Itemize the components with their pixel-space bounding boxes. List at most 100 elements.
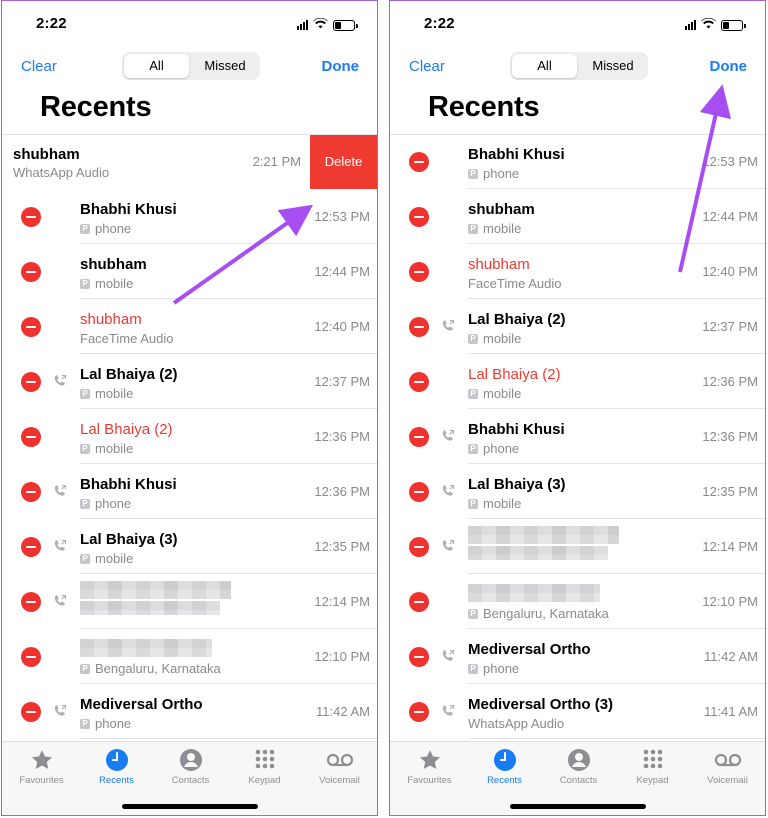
tab-keypad[interactable]: Keypad [227,748,302,786]
swiped-call-row[interactable]: shubham WhatsApp Audio 2:21 PM Delete [2,134,377,189]
delete-minus-icon[interactable] [409,592,429,612]
delete-minus-icon[interactable] [409,537,429,557]
call-row[interactable]: Mediversal Ortho (3) WhatsApp Audio 11:41 … [390,684,765,739]
clear-button[interactable]: Clear [21,58,57,75]
segment-all[interactable]: All [124,54,189,78]
tab-favourites[interactable]: Favourites [4,748,79,786]
call-type: Bengaluru, Karnataka [483,606,609,621]
tab-keypad[interactable]: Keypad [615,748,690,786]
delete-minus-icon[interactable] [409,207,429,227]
call-row[interactable]: Mediversal Ortho Pphone 11:42 AM [390,629,765,684]
delete-minus-icon[interactable] [21,482,41,502]
delete-minus-icon[interactable] [21,537,41,557]
delete-minus-icon[interactable] [409,262,429,282]
delete-minus-icon[interactable] [21,702,41,722]
delete-button[interactable]: Delete [310,134,377,189]
clear-button[interactable]: Clear [409,58,445,75]
delete-minus-icon[interactable] [21,592,41,612]
tab-favourites[interactable]: Favourites [392,748,467,786]
call-type: phone [95,221,132,236]
call-subtitle: Pmobile [80,386,133,401]
call-row[interactable]: Lal Bhaiya (3) Pmobile 12:35 PM [390,464,765,519]
delete-minus-icon[interactable] [409,152,429,172]
call-time: 12:10 PM [702,594,758,609]
call-name: shubham [80,311,142,328]
delete-minus-icon[interactable] [409,482,429,502]
call-row[interactable]: shubham Pmobile 12:44 PM [390,189,765,244]
segment-all[interactable]: All [512,54,577,78]
delete-minus-icon[interactable] [21,262,41,282]
call-row[interactable]: Bhabhi Khusi Pphone 12:36 PM [2,464,377,519]
tab-voicemail[interactable]: Voicemail [302,748,377,786]
delete-minus-icon[interactable] [21,647,41,667]
status-icons [297,16,358,34]
call-row[interactable]: shubham FaceTime Audio 12:40 PM [2,299,377,354]
delete-minus-icon[interactable] [21,372,41,392]
call-time: 12:40 PM [702,264,758,279]
call-time: 12:40 PM [314,319,370,334]
call-type: mobile [95,276,134,291]
call-subtitle: Pmobile [468,221,521,236]
tab-voicemail[interactable]: Voicemail [690,748,765,786]
call-row[interactable]: 12:14 PM [390,519,765,574]
delete-minus-icon[interactable] [409,317,429,337]
call-row[interactable]: Lal Bhaiya (2) Pmobile 12:36 PM [390,354,765,409]
phone-tag-icon: P [80,498,90,509]
call-row[interactable]: Lal Bhaiya (3) Pmobile 12:35 PM [2,519,377,574]
call-subtitle: P Bengaluru, Karnataka [468,606,609,621]
star-icon [418,748,442,772]
tab-recents[interactable]: Recents [467,748,542,786]
call-row[interactable]: P Bengaluru, Karnataka 12:10 PM [390,574,765,629]
delete-minus-icon[interactable] [21,317,41,337]
call-row[interactable]: shubham Pmobile 12:44 PM [2,244,377,299]
outgoing-call-icon [53,484,67,498]
call-row[interactable]: Bhabhi Khusi Pphone 12:53 PM [2,189,377,244]
call-time: 12:36 PM [702,429,758,444]
call-subtitle: Pphone [468,661,519,676]
call-name: Mediversal Ortho [468,641,591,658]
call-name: Lal Bhaiya (3) [80,531,178,548]
tab-contacts[interactable]: Contacts [541,748,616,786]
phone-tag-icon: P [80,718,90,729]
recents-list: Bhabhi Khusi Pphone 12:53 PM shubham Pmobile… [390,134,765,739]
segment-missed[interactable]: Missed [192,54,258,78]
delete-minus-icon[interactable] [21,427,41,447]
delete-minus-icon[interactable] [409,427,429,447]
phone-tag-icon: P [80,553,90,564]
call-name: Lal Bhaiya (2) [468,366,561,383]
call-row[interactable]: Mediversal Ortho Pphone 11:42 AM [2,684,377,739]
call-type: FaceTime Audio [80,331,174,346]
delete-minus-icon[interactable] [409,647,429,667]
tab-contacts[interactable]: Contacts [153,748,228,786]
call-row[interactable]: Bhabhi Khusi Pphone 12:53 PM [390,134,765,189]
call-row[interactable]: Lal Bhaiya (2) Pmobile 12:37 PM [2,354,377,409]
outgoing-call-icon [53,374,67,388]
call-row[interactable]: shubham FaceTime Audio 12:40 PM [390,244,765,299]
tab-recents[interactable]: Recents [79,748,154,786]
phone-tag-icon: P [468,443,478,454]
call-row[interactable]: Lal Bhaiya (2) Pmobile 12:37 PM [390,299,765,354]
cellular-signal-icon [297,20,308,30]
delete-minus-icon[interactable] [409,702,429,722]
call-time: 12:35 PM [314,539,370,554]
outgoing-call-icon [441,429,455,443]
phone-tag-icon: P [468,608,478,619]
done-button[interactable]: Done [710,58,748,75]
tab-label: Favourites [407,775,452,786]
phone-tag-icon: P [80,388,90,399]
call-row[interactable]: Lal Bhaiya (2) Pmobile 12:36 PM [2,409,377,464]
segment-missed[interactable]: Missed [580,54,646,78]
delete-minus-icon[interactable] [409,372,429,392]
phone-tag-icon: P [468,333,478,344]
call-time: 12:37 PM [314,374,370,389]
delete-minus-icon[interactable] [21,207,41,227]
call-row[interactable]: 12:14 PM [2,574,377,629]
call-row[interactable]: Bhabhi Khusi Pphone 12:36 PM [390,409,765,464]
call-type: mobile [483,496,522,511]
call-row[interactable]: P Bengaluru, Karnataka 12:10 PM [2,629,377,684]
done-button[interactable]: Done [322,58,360,75]
call-time: 12:35 PM [702,484,758,499]
call-time: 12:44 PM [702,209,758,224]
clock-icon [105,748,129,772]
redacted-name [468,526,619,544]
